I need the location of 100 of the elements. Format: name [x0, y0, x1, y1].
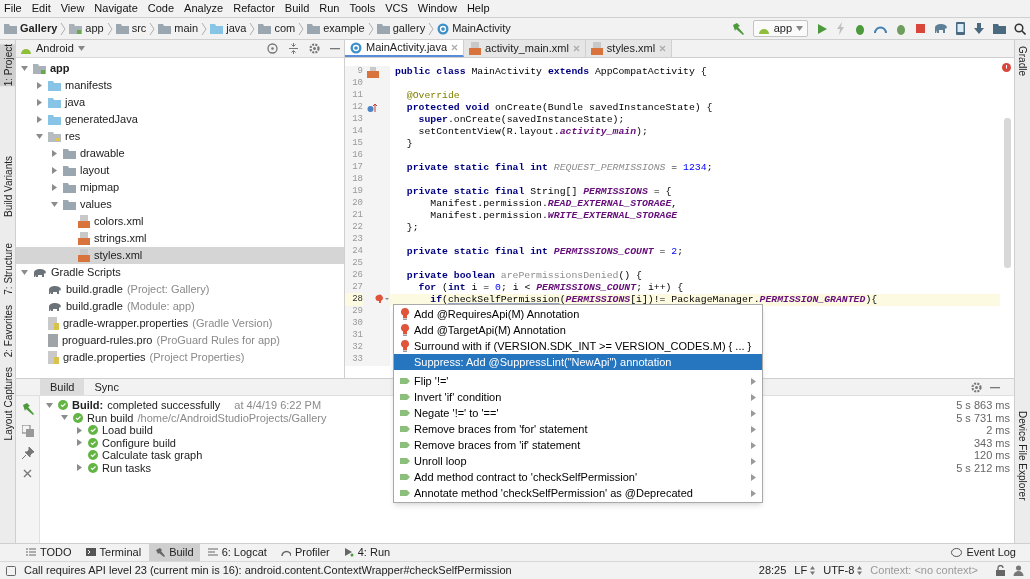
- side-tab[interactable]: Device File Explorer: [1014, 411, 1030, 501]
- close-icon[interactable]: [659, 45, 667, 52]
- breadcrumb[interactable]: app: [69, 20, 104, 37]
- collapse-arrow-icon[interactable]: [20, 268, 29, 277]
- breadcrumb[interactable]: com: [258, 20, 296, 37]
- encoding-dropdown[interactable]: UTF-8: [823, 562, 863, 579]
- expand-arrow-icon[interactable]: [50, 149, 59, 158]
- phone-icon[interactable]: [956, 22, 965, 35]
- expand-arrow-icon[interactable]: [35, 98, 44, 107]
- menu-item[interactable]: Surround with if (VERSION.SDK_INT >= VERSION_CODES.M) { ... }: [394, 338, 762, 354]
- tree-item[interactable]: drawable: [16, 145, 344, 162]
- folder-icon[interactable]: [993, 23, 1006, 34]
- tree-item[interactable]: gradle.properties (Project Properties): [16, 349, 344, 366]
- tool-window-tab[interactable]: Build: [149, 544, 200, 561]
- tool-window-tab[interactable]: TODO: [20, 544, 78, 561]
- breadcrumb[interactable]: src: [115, 20, 147, 37]
- pin-icon[interactable]: [21, 447, 34, 459]
- stop-icon[interactable]: [915, 23, 926, 34]
- elephant-icon[interactable]: [934, 23, 948, 34]
- menu-item[interactable]: Invert 'if' condition: [394, 389, 762, 405]
- breadcrumb[interactable]: gallery: [376, 20, 426, 37]
- tree-item[interactable]: layout: [16, 162, 344, 179]
- tree-item[interactable]: Build: completed successfully at 4/4/19 6:22 PM: [45, 399, 327, 412]
- tree-item[interactable]: res: [16, 128, 344, 145]
- tree-item[interactable]: build.gradle (Project: Gallery): [16, 281, 344, 298]
- tree-item[interactable]: values: [16, 196, 344, 213]
- side-tab[interactable]: 1: Project: [0, 44, 16, 87]
- menu-item[interactable]: Edit: [30, 0, 52, 17]
- breadcrumb[interactable]: Gallery: [4, 20, 58, 37]
- menu-item[interactable]: Refactor: [232, 0, 276, 17]
- side-tab[interactable]: Gradle: [1014, 46, 1030, 76]
- settings-icon[interactable]: [309, 43, 320, 54]
- collapse-arrow-icon[interactable]: [60, 413, 69, 423]
- side-tab[interactable]: 7: Structure: [0, 243, 16, 295]
- run-config-dropdown[interactable]: app: [752, 20, 808, 37]
- panel-tab[interactable]: Sync: [84, 379, 129, 395]
- run-icon[interactable]: [816, 22, 828, 35]
- expand-arrow-icon[interactable]: [75, 425, 84, 435]
- hammer-icon[interactable]: [21, 402, 34, 415]
- silhouette-icon[interactable]: [1013, 565, 1024, 576]
- expand-arrow-icon[interactable]: [50, 166, 59, 175]
- menu-item[interactable]: Annotate method 'checkSelfPermission' as @Deprecated: [394, 485, 762, 501]
- event-log-button[interactable]: Event Log: [947, 544, 1020, 561]
- menu-item[interactable]: Remove braces from 'if' statement: [394, 437, 762, 453]
- copy-icon[interactable]: [21, 425, 34, 437]
- line-separator-dropdown[interactable]: LF: [794, 562, 816, 579]
- tool-window-tab[interactable]: Profiler: [274, 544, 336, 561]
- menu-item[interactable]: Unroll loop: [394, 453, 762, 469]
- menu-item[interactable]: Remove braces from 'for' statement: [394, 421, 762, 437]
- collapse-arrow-icon[interactable]: [20, 64, 29, 73]
- breadcrumb[interactable]: main: [158, 20, 199, 37]
- tree-item[interactable]: mipmap: [16, 179, 344, 196]
- tool-window-tab[interactable]: Terminal: [79, 544, 148, 561]
- tree-item[interactable]: build.gradle (Module: app): [16, 298, 344, 315]
- expand-arrow-icon[interactable]: [75, 438, 84, 448]
- menu-item[interactable]: Navigate: [93, 0, 139, 17]
- tree-item[interactable]: generatedJava: [16, 111, 344, 128]
- menu-item[interactable]: File: [3, 0, 23, 17]
- search-icon[interactable]: [1014, 22, 1026, 35]
- tree-item[interactable]: Gradle Scripts: [16, 264, 344, 281]
- tree-item[interactable]: colors.xml: [16, 213, 344, 230]
- menu-item[interactable]: Tools: [348, 0, 377, 17]
- breadcrumb[interactable]: java: [210, 20, 247, 37]
- collapse-arrow-icon[interactable]: [50, 200, 59, 209]
- menu-item[interactable]: Flip '!=': [394, 373, 762, 389]
- menu-item[interactable]: Window: [416, 0, 458, 17]
- tool-window-tab[interactable]: 6: Logcat: [201, 544, 273, 561]
- tree-item[interactable]: Run build /home/c/AndroidStudioProjects/Gallery: [45, 411, 327, 424]
- expand-arrow-icon[interactable]: [75, 463, 84, 473]
- cursor-position[interactable]: 28:25: [758, 562, 787, 579]
- tree-item[interactable]: strings.xml: [16, 230, 344, 247]
- breadcrumb[interactable]: MainActivity: [437, 20, 511, 37]
- tree-item[interactable]: java: [16, 94, 344, 111]
- menu-item[interactable]: Add method contract to 'checkSelfPermission': [394, 469, 762, 485]
- download-icon[interactable]: [973, 22, 985, 35]
- editor-tab[interactable]: activity_main.xml: [464, 40, 586, 57]
- side-tab[interactable]: 2: Favorites: [0, 304, 16, 358]
- menu-item[interactable]: Run: [318, 0, 341, 17]
- tree-item[interactable]: Configure build: [45, 436, 327, 449]
- menu-item[interactable]: Build: [283, 0, 311, 17]
- editor-tab[interactable]: MainActivity.java: [345, 40, 465, 57]
- close-icon[interactable]: [572, 45, 580, 52]
- menu-item[interactable]: Code: [146, 0, 176, 17]
- lock-icon[interactable]: [996, 565, 1005, 576]
- collapse-arrow-icon[interactable]: [45, 400, 54, 410]
- menu-item[interactable]: Add @RequiresApi(M) Annotation: [394, 306, 762, 322]
- window-icon[interactable]: [6, 565, 16, 576]
- menu-item[interactable]: Negate '!=' to '==': [394, 405, 762, 421]
- tree-item[interactable]: gradle-wrapper.properties (Gradle Version): [16, 315, 344, 332]
- minimize-icon[interactable]: [330, 47, 340, 50]
- menu-item[interactable]: Suppress: Add @SuppressLint("NewApi") annotation: [394, 354, 762, 370]
- panel-tab[interactable]: Build: [40, 379, 85, 395]
- side-tab[interactable]: Build Variants: [0, 156, 16, 218]
- tree-item[interactable]: Run tasks: [45, 461, 327, 474]
- expand-arrow-icon[interactable]: [50, 183, 59, 192]
- menu-item[interactable]: View: [59, 0, 86, 17]
- tool-window-tab[interactable]: 4: Run: [337, 544, 397, 561]
- crosshair-icon[interactable]: [267, 43, 278, 54]
- breadcrumb[interactable]: example: [307, 20, 365, 37]
- menu-item[interactable]: Analyze: [183, 0, 225, 17]
